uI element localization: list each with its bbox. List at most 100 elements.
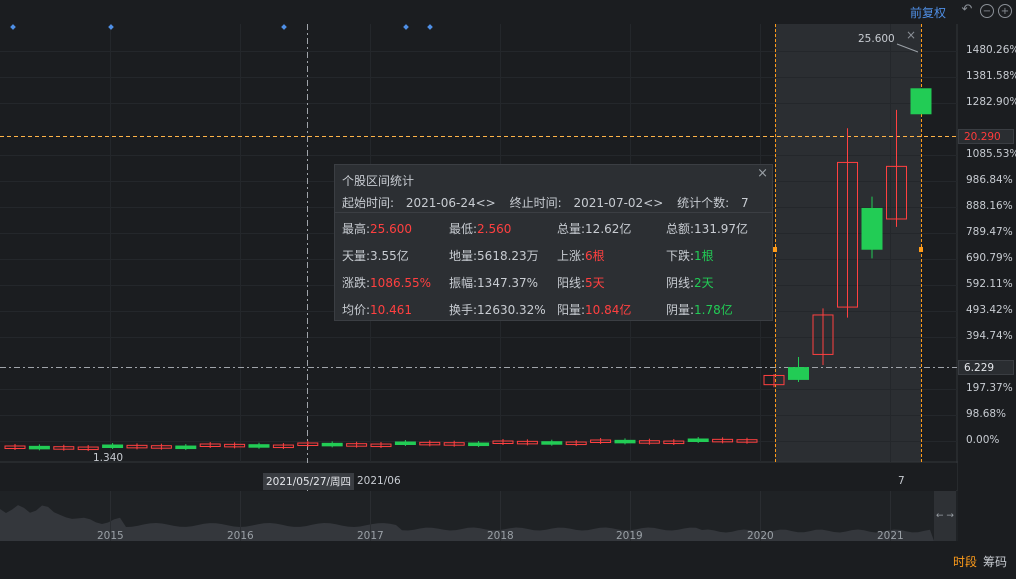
stats-divider [335,212,772,213]
count-label: 统计个数: [677,196,730,210]
start-date-stepper-icon[interactable]: <> [476,196,496,210]
crosshair-price-tag: 6.229 [958,360,1014,375]
stats-cell: 换手:12630.32% [449,301,546,318]
candle-body [861,207,883,250]
history-candle [468,442,490,447]
stats-cell: 阳量:10.84亿 [557,301,631,318]
stats-key: 均价: [342,303,371,317]
stats-key: 总额: [666,222,695,236]
overview-volume-area [0,505,934,541]
overview-range-handle[interactable]: ← → [934,491,956,541]
stats-value: 5618.23万 [477,249,539,263]
zoom-out-icon[interactable]: − [980,4,994,18]
stats-value: 12.62亿 [585,222,632,236]
stats-key: 天量: [342,249,371,263]
range-start-marker [773,247,777,252]
stats-key: 涨跌: [342,276,371,290]
y-axis-label: 1282.90% [966,96,1016,108]
end-date-stepper-icon[interactable]: <> [643,196,663,210]
bubble-close-icon[interactable]: × [906,28,916,42]
stats-key: 阴量: [666,303,695,317]
stats-key: 上涨: [557,249,586,263]
range-end-marker [919,247,923,252]
year-label: 2015 [97,530,124,542]
stats-cell: 天量:3.55亿 [342,247,409,264]
y-axis-label: 1480.26% [966,44,1016,56]
y-axis-label: 986.84% [966,174,1013,186]
stats-key: 下跌: [666,249,695,263]
month-label: 2021/06 [357,475,401,487]
y-axis-label: 789.47% [966,226,1013,238]
stats-value: 1347.37% [477,276,539,290]
bottom-tabs: 时段 筹码 [953,553,1007,570]
year-label: 2016 [227,530,254,542]
stats-value: 12630.32% [477,303,546,317]
y-axis-label: 98.68% [966,408,1007,420]
y-axis-label: 592.11% [966,278,1013,290]
stats-cell: 最低:2.560 [449,220,511,237]
y-axis-label: 0.00% [966,434,1000,446]
end-label: 终止时间: [509,196,562,210]
hover-date-label: 2021/05/27/周四 [263,473,355,490]
year-label: 2018 [487,530,514,542]
start-date[interactable]: 2021-06-24 [406,196,476,210]
history-candle [28,445,50,450]
year-label: 2017 [357,530,384,542]
overview-volume-chart [0,491,934,541]
high-price-bubble: 25.600 [858,33,895,45]
restore-right-button[interactable]: 前复权 [910,4,946,21]
stats-value: 1根 [694,249,714,263]
stats-value: 5天 [585,276,605,290]
history-candle [248,444,270,448]
day-label: 7 [898,475,905,487]
history-candle [321,442,343,447]
stats-key: 换手: [449,303,478,317]
stats-key: 最低: [449,222,478,236]
stats-cell: 振幅:1347.37% [449,274,538,291]
tab-chips[interactable]: 筹码 [983,555,1007,569]
stats-key: 振幅: [449,276,478,290]
y-axis-label: 394.74% [966,330,1013,342]
history-candle [687,438,709,442]
zoom-in-icon[interactable]: + [998,4,1012,18]
stats-value: 3.55亿 [370,249,409,263]
range-stats-panel: 个股区间统计 × 起始时间: 2021-06-24<> 终止时间: 2021-0… [334,164,773,321]
stats-cell: 总额:131.97亿 [666,220,748,237]
history-candle [394,441,416,445]
y-axis-label: 493.42% [966,304,1013,316]
overview-strip[interactable] [0,491,958,541]
date-axis [0,463,957,490]
candle-body [788,367,809,380]
stats-cell: 均价:10.461 [342,301,412,318]
tab-period[interactable]: 时段 [953,555,977,569]
stats-value: 2.560 [477,222,512,236]
year-label: 2021 [877,530,904,542]
stats-cell: 阴量:1.78亿 [666,301,733,318]
current-price-tag: 20.290 [958,129,1014,144]
stats-cell: 涨跌:1086.55% [342,274,431,291]
stats-value: 6根 [585,249,605,263]
stats-key: 阳线: [557,276,586,290]
end-date[interactable]: 2021-07-02 [573,196,643,210]
stats-value: 2天 [694,276,714,290]
y-axis-label: 1085.53% [966,148,1016,160]
stats-cell: 上涨:6根 [557,247,605,264]
history-candle [541,441,563,445]
stats-range: 起始时间: 2021-06-24<> 终止时间: 2021-07-02<> 统计… [342,194,749,211]
history-candle [175,445,197,450]
stats-key: 阴线: [666,276,695,290]
stats-cell: 地量:5618.23万 [449,247,539,264]
stats-key: 总量: [557,222,586,236]
stats-value: 25.600 [370,222,413,236]
year-label: 2019 [616,530,643,542]
undo-icon[interactable]: ↶ [960,3,974,18]
y-axis-label: 888.16% [966,200,1013,212]
stats-close-icon[interactable]: × [757,166,768,181]
low-price-label: 1.340 [93,452,124,464]
stats-value: 1086.55% [370,276,432,290]
stats-cell: 总量:12.62亿 [557,220,631,237]
y-axis-label: 197.37% [966,382,1013,394]
stats-key: 阳量: [557,303,586,317]
count-value: 7 [741,196,749,210]
stats-value: 131.97亿 [694,222,749,236]
